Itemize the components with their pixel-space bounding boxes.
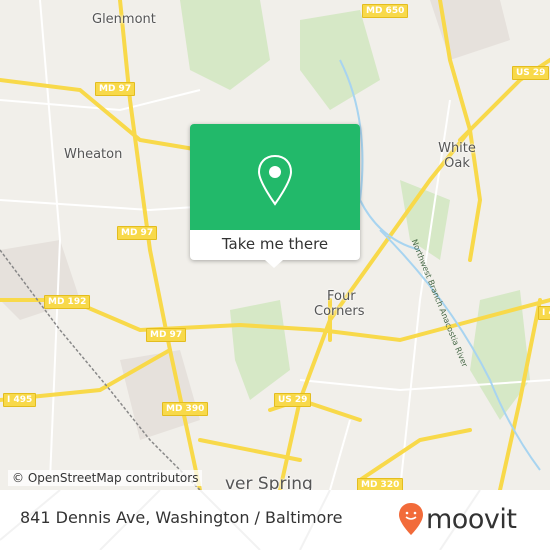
route-shield: US 29 xyxy=(274,393,312,407)
moovit-pin-icon xyxy=(399,503,423,535)
route-shield: MD 97 xyxy=(146,328,187,342)
popup-pointer xyxy=(265,260,283,268)
moovit-logo-text: moovit xyxy=(426,503,517,535)
moovit-logo[interactable]: moovit xyxy=(398,502,517,536)
place-label-glenmont: Glenmont xyxy=(92,12,156,27)
route-shield: MD 97 xyxy=(117,226,158,240)
route-shield: I 4 xyxy=(538,306,550,320)
route-shield: MD 97 xyxy=(95,82,136,96)
map-pin-icon xyxy=(257,154,293,206)
popup-header xyxy=(190,124,360,230)
place-label-wheaton: Wheaton xyxy=(64,147,123,162)
place-label-four: Four xyxy=(327,289,356,304)
route-shield: I 495 xyxy=(3,393,37,407)
place-label-silver-spring: ver Spring xyxy=(225,474,313,490)
place-label-corners: Corners xyxy=(314,304,365,319)
place-label-white-oak: White Oak xyxy=(438,141,476,171)
route-shield: MD 192 xyxy=(44,295,91,309)
map-attribution[interactable]: © OpenStreetMap contributors xyxy=(8,470,203,486)
route-shield: US 29 xyxy=(512,66,550,80)
take-me-there-button[interactable]: Take me there xyxy=(190,230,360,260)
address-text: 841 Dennis Ave, Washington / Baltimore xyxy=(20,508,343,527)
destination-popup: Take me there xyxy=(190,124,360,268)
route-shield: MD 650 xyxy=(362,4,409,18)
route-shield: MD 320 xyxy=(357,478,404,490)
route-shield: MD 390 xyxy=(162,402,209,416)
